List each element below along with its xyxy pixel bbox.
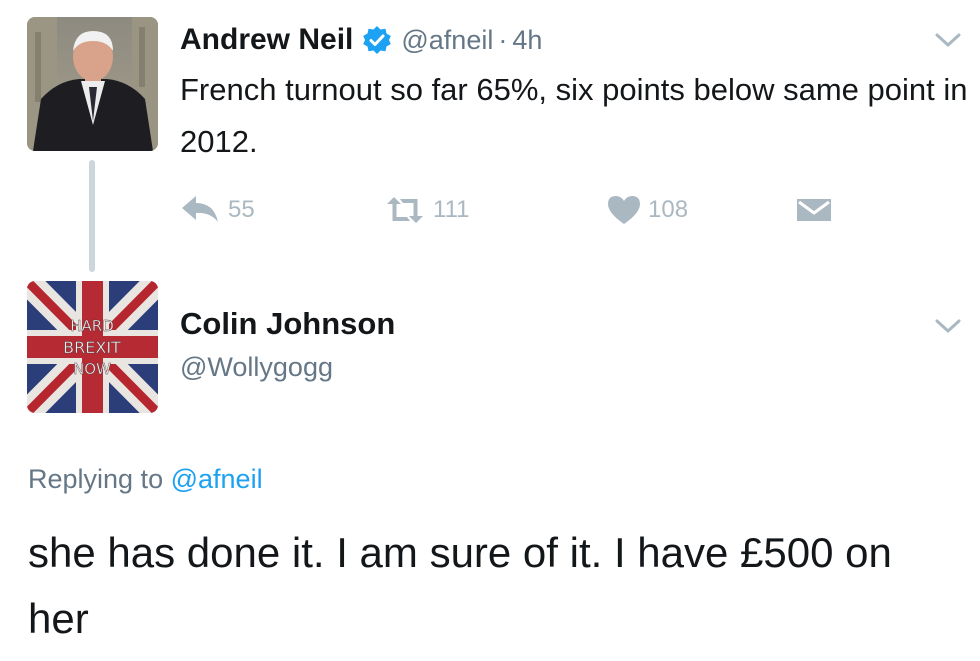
tweet2-handle[interactable]: @Wollygogg <box>180 352 333 383</box>
colin-johnson-avatar[interactable]: HARD BREXIT NOW <box>27 281 158 413</box>
tweet1-header: Andrew Neil @afneil · 4h <box>180 20 542 60</box>
verified-badge-icon <box>363 26 392 54</box>
tweet1-timestamp[interactable]: 4h <box>512 25 542 56</box>
replying-to-line: Replying to @afneil <box>28 464 263 495</box>
envelope-icon <box>797 199 831 221</box>
chevron-down-icon[interactable] <box>935 32 961 48</box>
tweet2-author-name[interactable]: Colin Johnson <box>180 306 395 342</box>
tweet1-separator: · <box>498 24 508 55</box>
retweet-button[interactable]: 111 <box>383 188 469 232</box>
andrew-neil-avatar[interactable] <box>27 17 158 151</box>
retweet-icon <box>387 197 423 223</box>
avatar-text-now: NOW <box>73 360 111 378</box>
union-jack-flag-icon: HARD BREXIT NOW <box>27 281 158 413</box>
tweet1-text: French turnout so far 65%, six points be… <box>180 72 968 159</box>
like-button[interactable]: 108 <box>606 188 688 232</box>
direct-message-button[interactable] <box>794 188 834 232</box>
reply-count: 55 <box>228 196 255 223</box>
avatar-text-hard: HARD <box>70 317 114 335</box>
reply-button[interactable]: 55 <box>180 188 255 232</box>
tweet1-handle[interactable]: @afneil <box>401 25 493 56</box>
reply-icon <box>182 196 218 222</box>
tweet-thread: Andrew Neil @afneil · 4h French turnout … <box>0 0 980 661</box>
tweet2-text: she has done it. I am sure of it. I have… <box>28 529 892 642</box>
retweet-count: 111 <box>433 196 470 223</box>
heart-icon <box>608 196 640 224</box>
chevron-down-icon[interactable] <box>935 318 961 334</box>
replying-to-mention-link[interactable]: @afneil <box>171 464 263 494</box>
avatar-text-brexit: BREXIT <box>63 338 121 357</box>
tweet1-author-name[interactable]: Andrew Neil <box>180 23 353 57</box>
profile-photo-icon <box>27 17 158 151</box>
replying-to-label: Replying to <box>28 464 164 494</box>
like-count: 108 <box>648 196 689 223</box>
tweet1-actions: 55 111 108 <box>0 188 980 232</box>
